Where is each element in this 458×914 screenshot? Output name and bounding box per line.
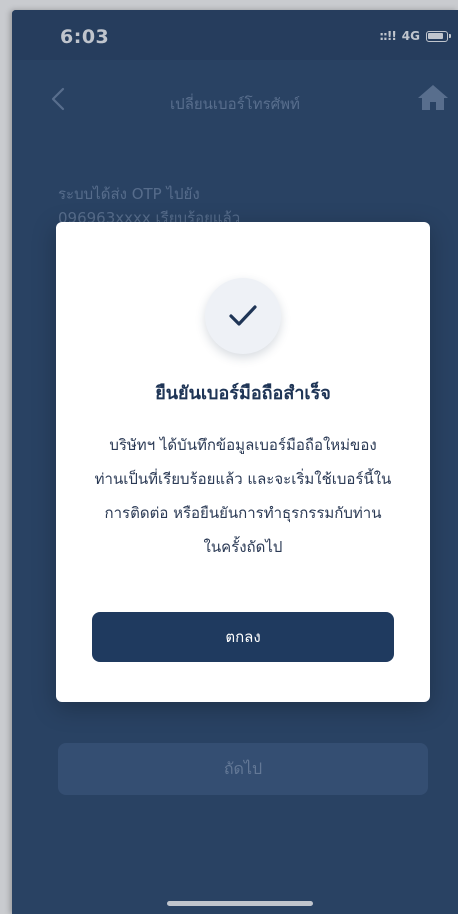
success-badge [205,278,281,354]
phone-screen: 6:03 ::!! 4G เปลี่ยนเบอร์โทรศัพท์ ระบบได… [12,10,458,914]
dialog-message-line: บริษัทฯ ได้บันทึกข้อมูลเบอร์มือถือใหม่ขอ… [109,436,377,454]
dialog-message-line: ในครั้งถัดไป [203,538,283,556]
dialog-message: บริษัทฯ ได้บันทึกข้อมูลเบอร์มือถือใหม่ขอ… [76,428,410,564]
dialog-message-line: ท่านเป็นที่เรียบร้อยแล้ว และจะเริ่มใช้เบ… [94,470,392,488]
checkmark-icon [229,305,257,326]
dialog-title: ยืนยันเบอร์มือถือสำเร็จ [155,383,331,404]
success-dialog: ยืนยันเบอร์มือถือสำเร็จ บริษัทฯ ได้บันทึ… [56,222,430,702]
dialog-message-line: การติดต่อ หรือยืนยันการทำธุรกรรมกับท่าน [104,504,382,522]
ok-button[interactable]: ตกลง [92,612,394,662]
